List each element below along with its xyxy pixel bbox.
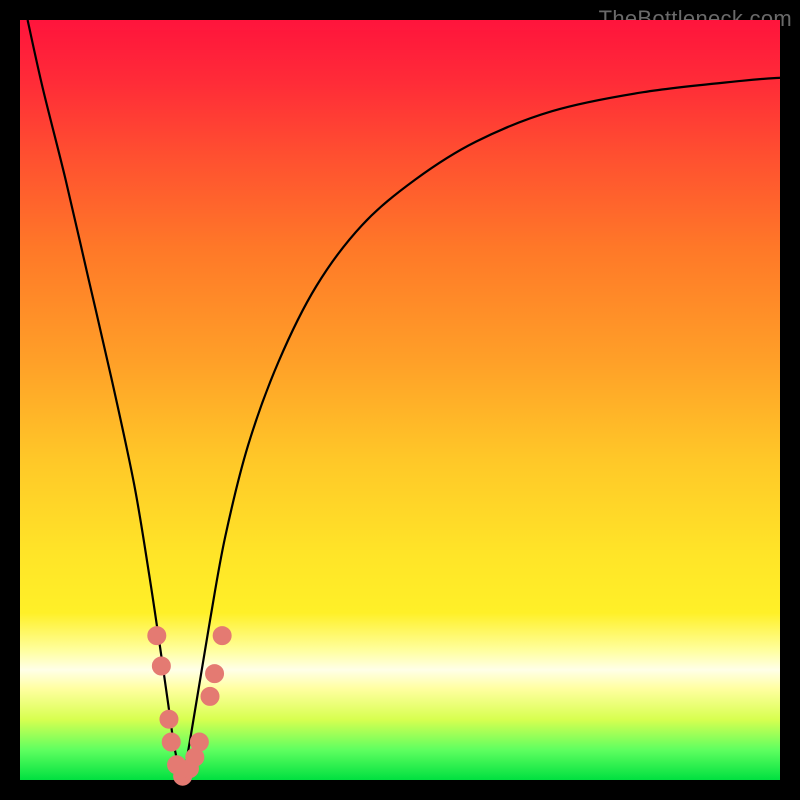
data-marker (201, 687, 219, 705)
curve-svg (20, 20, 780, 780)
data-marker (152, 657, 170, 675)
data-marker (160, 710, 178, 728)
data-marker (148, 627, 166, 645)
bottleneck-curve (28, 20, 780, 780)
data-marker (213, 627, 231, 645)
data-marker (206, 665, 224, 683)
chart-frame: TheBottleneck.com (0, 0, 800, 800)
plot-area (20, 20, 780, 780)
data-marker (190, 733, 208, 751)
data-marker (162, 733, 180, 751)
